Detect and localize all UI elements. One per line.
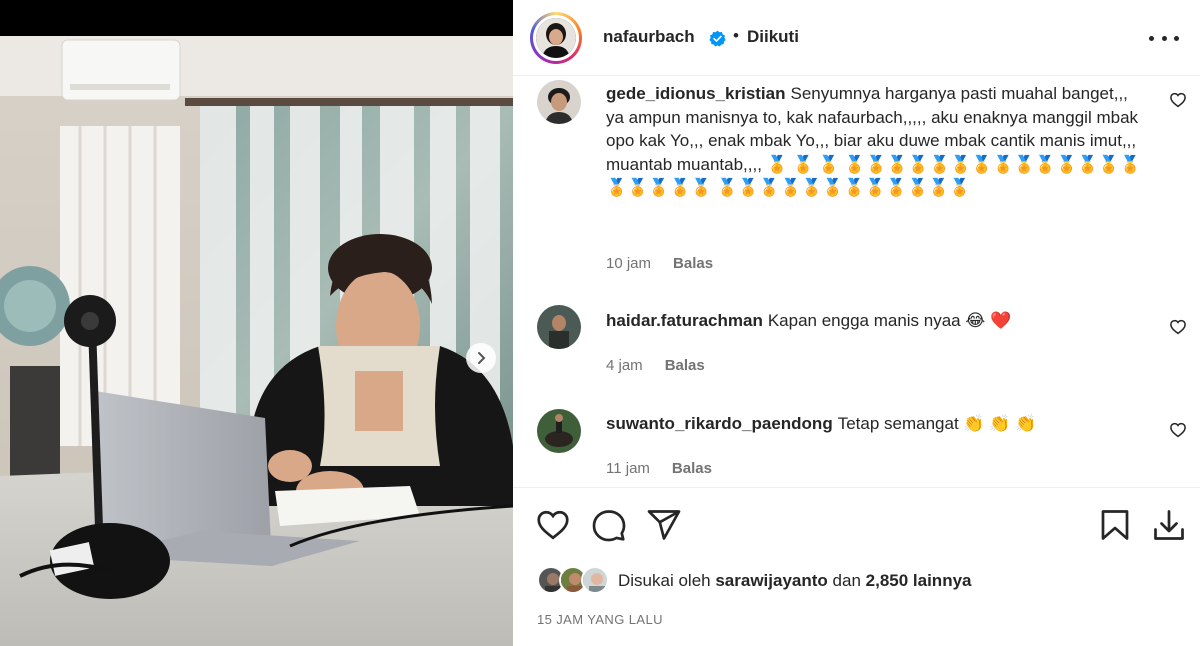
follow-status-button[interactable]: Diikuti	[747, 27, 799, 47]
comment-time: 11 jam	[606, 460, 650, 477]
post-actions: Disukai oleh sarawijayanto dan 2,850 lai…	[513, 487, 1200, 646]
liked-by-and: dan	[832, 571, 861, 590]
photo-image	[0, 36, 513, 646]
reply-button[interactable]: Balas	[673, 255, 713, 272]
avatar-image	[536, 18, 576, 58]
comment-text: Tetap semangat 👏 👏 👏	[837, 414, 1037, 433]
heart-icon[interactable]	[1169, 421, 1187, 439]
send-icon[interactable]	[646, 507, 682, 543]
commenter-avatar[interactable]	[537, 80, 581, 124]
heart-icon[interactable]	[1169, 318, 1187, 336]
comment-meta: 10 jam Balas	[606, 255, 713, 272]
commenter-username[interactable]: suwanto_rikardo_paendong	[606, 414, 833, 433]
commenter-username[interactable]: gede_idionus_kristian	[606, 84, 786, 103]
comment-time: 10 jam	[606, 255, 652, 272]
commenter-avatar[interactable]	[537, 409, 581, 453]
chevron-right-icon	[478, 352, 486, 364]
bookmark-icon[interactable]	[1097, 507, 1133, 543]
reply-button[interactable]: Balas	[672, 460, 712, 477]
download-icon[interactable]	[1151, 507, 1187, 543]
comment-body: suwanto_rikardo_paendong Tetap semangat 👏…	[606, 412, 1146, 436]
post-header: nafaurbach • Diikuti	[513, 0, 1200, 76]
verified-badge-icon	[709, 30, 726, 47]
liker-avatar[interactable]	[581, 566, 609, 594]
header-separator: •	[733, 26, 739, 45]
comment-time: 4 jam	[606, 357, 643, 374]
comment-body: haidar.faturachman Kapan engga manis nyaa…	[606, 309, 1146, 333]
reply-button[interactable]: Balas	[665, 357, 705, 374]
likes-count[interactable]: 2,850 lainnya	[866, 571, 972, 590]
comment-icon[interactable]	[591, 507, 627, 543]
heart-icon[interactable]	[1169, 91, 1187, 109]
comments-list[interactable]: gede_idionus_kristian Senyumnya harganya …	[513, 77, 1200, 487]
avatar-image	[537, 409, 581, 453]
avatar-image	[537, 305, 581, 349]
next-photo-button[interactable]	[466, 343, 496, 373]
post-photo[interactable]	[0, 36, 513, 646]
comment-meta: 4 jam Balas	[606, 357, 705, 374]
author-username[interactable]: nafaurbach	[603, 27, 695, 47]
post-media	[0, 0, 513, 646]
comment-body: gede_idionus_kristian Senyumnya harganya …	[606, 82, 1146, 200]
avatar-image	[537, 80, 581, 124]
heart-icon[interactable]	[535, 507, 571, 543]
liker-avatars	[537, 566, 617, 596]
avatar-image	[583, 568, 607, 592]
comment-meta: 11 jam Balas	[606, 460, 712, 477]
post-timestamp: 15 JAM YANG LALU	[537, 612, 663, 627]
liked-by-user[interactable]: sarawijayanto	[715, 571, 827, 590]
author-avatar[interactable]	[530, 12, 582, 64]
likes-text: Disukai oleh sarawijayanto dan 2,850 lai…	[618, 571, 971, 591]
more-horizontal-icon[interactable]	[1149, 28, 1179, 48]
post-side-panel: nafaurbach • Diikuti gede_idionus_kristi…	[513, 0, 1200, 646]
comment-text: Kapan engga manis nyaa 😂 ❤️	[767, 311, 1012, 330]
liked-by-prefix: Disukai oleh	[618, 571, 711, 590]
commenter-username[interactable]: haidar.faturachman	[606, 311, 763, 330]
commenter-avatar[interactable]	[537, 305, 581, 349]
